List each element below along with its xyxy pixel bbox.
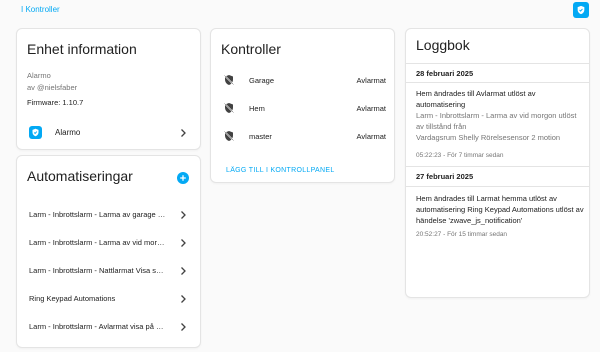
shield-off-icon: [224, 131, 234, 141]
divider: [406, 82, 589, 83]
automation-label: Larm - Inbrottslarm - Larma av vid mor…: [29, 238, 165, 247]
automation-label: Larm - Inbrottslarm - Avlarmat visa på …: [29, 322, 164, 331]
log-entry-source: Larm - Inbrottslarm - Larma av vid morgo…: [416, 111, 577, 131]
device-model: Alarmo: [27, 71, 51, 80]
control-row[interactable]: master Avlarmat: [211, 125, 394, 147]
controls-card: Kontroller Garage Avlarmat Hem Avlarmat …: [210, 28, 395, 183]
automation-label: Ring Keypad Automations: [29, 294, 116, 303]
chevron-right-icon: [181, 211, 186, 219]
log-entry-time: 20:52:27 - För 15 timmar sedan: [416, 231, 508, 238]
controls-title: Kontroller: [221, 41, 281, 57]
integration-label: Alarmo: [55, 128, 81, 137]
add-to-dashboard-link[interactable]: LÄGG TILL I KONTROLLPANEL: [226, 167, 335, 174]
logbook-title: Loggbok: [416, 37, 470, 53]
control-name: master: [249, 132, 272, 141]
log-entry-text: Hem ändrades till Larmat hemma utlöst av…: [416, 194, 584, 225]
alarmo-shield-icon[interactable]: [573, 2, 589, 18]
shield-off-icon: [224, 103, 234, 113]
automation-item[interactable]: Larm - Inbrottslarm - Larma av vid mor…: [17, 231, 200, 253]
automation-item[interactable]: Larm - Inbrottslarm - Nattlarmat Visa s…: [17, 259, 200, 281]
chevron-right-icon: [181, 129, 186, 137]
automations-title: Automatiseringar: [27, 168, 133, 184]
control-name: Garage: [249, 76, 275, 85]
integration-row[interactable]: Alarmo: [17, 121, 200, 145]
log-date: 28 februari 2025: [416, 69, 474, 78]
logbook-card: Loggbok 28 februari 2025 Hem ändrades ti…: [405, 28, 590, 298]
log-date: 27 februari 2025: [416, 172, 474, 181]
divider: [406, 166, 589, 167]
automation-item[interactable]: Ring Keypad Automations: [17, 287, 200, 309]
add-automation-button[interactable]: [177, 172, 189, 184]
device-firmware: Firmware: 1.10.7: [27, 98, 84, 107]
plus-icon: [180, 175, 186, 181]
chevron-right-icon: [181, 267, 186, 275]
breadcrumb[interactable]: I Kontroller: [21, 5, 60, 14]
log-entry-source: Vardagsrum Shelly Rörelsesensor 2 motion: [416, 133, 561, 142]
control-name: Hem: [249, 104, 265, 113]
automation-label: Larm - Inbrottslarm - Larma av garage …: [29, 210, 166, 219]
automation-label: Larm - Inbrottslarm - Nattlarmat Visa s…: [29, 266, 164, 275]
chevron-right-icon: [181, 323, 186, 331]
automations-card: Automatiseringar Larm - Inbrottslarm - L…: [16, 155, 201, 348]
control-row[interactable]: Garage Avlarmat: [211, 69, 394, 91]
chevron-right-icon: [181, 295, 186, 303]
automation-item[interactable]: Larm - Inbrottslarm - Avlarmat visa på …: [17, 315, 200, 337]
alarmo-shield-icon: [29, 126, 42, 139]
chevron-right-icon: [181, 239, 186, 247]
control-state: Avlarmat: [356, 132, 386, 141]
device-info-title: Enhet information: [27, 41, 137, 57]
control-state: Avlarmat: [356, 104, 386, 113]
automation-item[interactable]: Larm - Inbrottslarm - Larma av garage …: [17, 203, 200, 225]
device-info-card: Enhet information Alarmo av @nielsfaber …: [16, 28, 201, 150]
control-row[interactable]: Hem Avlarmat: [211, 97, 394, 119]
log-entry-text: Hem ändrades till Avlarmat utlöst av aut…: [416, 89, 536, 109]
log-entry[interactable]: Hem ändrades till Avlarmat utlöst av aut…: [416, 88, 584, 143]
top-bar: I Kontroller: [0, 0, 600, 22]
log-entry-time: 05:22:23 - För 7 timmar sedan: [416, 152, 504, 159]
log-entry[interactable]: Hem ändrades till Larmat hemma utlöst av…: [416, 193, 584, 226]
divider: [406, 63, 589, 64]
divider: [406, 186, 589, 187]
shield-off-icon: [224, 75, 234, 85]
control-state: Avlarmat: [356, 76, 386, 85]
device-author: av @nielsfaber: [27, 83, 78, 92]
